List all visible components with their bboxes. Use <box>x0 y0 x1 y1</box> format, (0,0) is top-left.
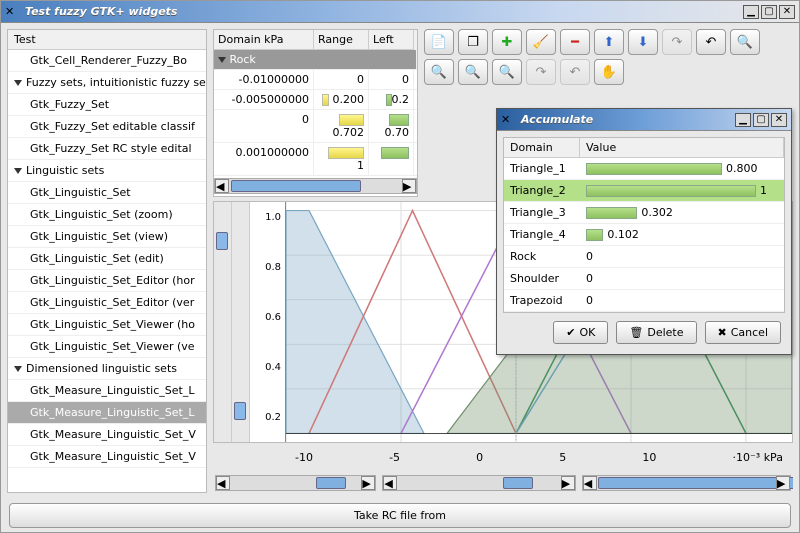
maximize-button[interactable]: ▢ <box>761 5 777 19</box>
dialog-delete-button[interactable]: 🗑 Delete <box>616 321 696 344</box>
accumulate-row[interactable]: Trapezoid0 <box>504 290 784 312</box>
tree-item[interactable]: Gtk_Linguistic_Set_Editor (hor <box>8 270 206 292</box>
accumulate-grid[interactable]: DomainValue Triangle_10.800Triangle_21Tr… <box>503 137 785 313</box>
accumulate-dialog: ✕ Accumulate ▁ ▢ ✕ DomainValue Triangle_… <box>496 108 792 355</box>
undo2-button[interactable]: ↶ <box>560 59 590 85</box>
tree-item[interactable]: Linguistic sets <box>8 160 206 182</box>
tree-item[interactable]: Fuzzy sets, intuitionistic fuzzy sets, <box>8 72 206 94</box>
zoom-in-button[interactable]: 🔍 <box>730 29 760 55</box>
app-icon: ✕ <box>5 5 19 19</box>
tree-item[interactable]: Gtk_Linguistic_Set_Viewer (ho <box>8 314 206 336</box>
zoom-100-button[interactable]: 🔍 <box>492 59 522 85</box>
add-button[interactable]: ✚ <box>492 29 522 55</box>
up-button[interactable]: ⬆ <box>594 29 624 55</box>
plot-y-axis: 0.00.20.40.60.81.0 <box>250 202 286 442</box>
dialog-title: Accumulate <box>521 113 593 126</box>
zoom-out-button[interactable]: 🔍 <box>424 59 454 85</box>
test-tree[interactable]: Gtk_Cell_Renderer_Fuzzy_BoFuzzy sets, in… <box>8 50 206 492</box>
tree-item[interactable]: Gtk_Fuzzy_Set RC style edital <box>8 138 206 160</box>
dialog-icon: ✕ <box>501 113 515 127</box>
clear-button[interactable]: 🧹 <box>526 29 556 55</box>
domain-table[interactable]: Domain kPa Range Left Rock -0.01000000 0… <box>213 29 418 197</box>
copy-button[interactable]: ❐ <box>458 29 488 55</box>
test-tree-panel: Test Gtk_Cell_Renderer_Fuzzy_BoFuzzy set… <box>7 29 207 493</box>
accumulate-row[interactable]: Triangle_21 <box>504 180 784 202</box>
accumulate-row[interactable]: Rock0 <box>504 246 784 268</box>
plot-x-axis: -10-50510·10⁻³ kPa <box>285 447 793 469</box>
col-left[interactable]: Left <box>369 30 414 50</box>
tree-item[interactable]: Gtk_Measure_Linguistic_Set_V <box>8 424 206 446</box>
tree-item[interactable]: Gtk_Fuzzy_Set editable classif <box>8 116 206 138</box>
tree-item[interactable]: Gtk_Linguistic_Set (view) <box>8 226 206 248</box>
tree-item[interactable]: Gtk_Measure_Linguistic_Set_L <box>8 402 206 424</box>
tree-item[interactable]: Gtk_Linguistic_Set_Editor (ver <box>8 292 206 314</box>
minimize-button[interactable]: ▁ <box>743 5 759 19</box>
tree-item[interactable]: Gtk_Linguistic_Set (edit) <box>8 248 206 270</box>
dialog-titlebar[interactable]: ✕ Accumulate ▁ ▢ ✕ <box>497 109 791 131</box>
redo2-button[interactable]: ↷ <box>526 59 556 85</box>
remove-button[interactable]: ━ <box>560 29 590 55</box>
accumulate-row[interactable]: Triangle_30.302 <box>504 202 784 224</box>
accumulate-row[interactable]: Triangle_10.800 <box>504 158 784 180</box>
zoom-fit-button[interactable]: 🔍 <box>458 59 488 85</box>
table-row[interactable]: 0.001000000 1 <box>214 143 417 176</box>
col-domain[interactable]: Domain kPa <box>214 30 314 50</box>
tree-item[interactable]: Gtk_Measure_Linguistic_Set_L <box>8 380 206 402</box>
take-rc-button[interactable]: Take RC file from <box>9 503 791 528</box>
col-range[interactable]: Range <box>314 30 369 50</box>
tree-item[interactable]: Gtk_Measure_Linguistic_Set_V <box>8 446 206 468</box>
close-button[interactable]: ✕ <box>779 5 795 19</box>
dialog-close-button[interactable]: ✕ <box>771 113 787 127</box>
dialog-cancel-button[interactable]: ✖ Cancel <box>705 321 781 344</box>
table-row[interactable]: -0.005000000 0.2000.2 <box>214 90 417 110</box>
bottom-hscroll-1[interactable]: ◀▶ <box>215 475 376 491</box>
plot-vslider-2[interactable] <box>232 202 250 442</box>
window-title: Test fuzzy GTK+ widgets <box>25 5 177 18</box>
bottom-hscroll-3[interactable]: ◀▶ <box>582 475 791 491</box>
table-row[interactable]: -0.01000000 00 <box>214 70 417 90</box>
new-button[interactable]: 📄 <box>424 29 454 55</box>
dialog-minimize-button[interactable]: ▁ <box>735 113 751 127</box>
tree-header[interactable]: Test <box>8 30 206 50</box>
table-hscroll[interactable]: ◀▶ <box>214 178 417 194</box>
tree-item[interactable]: Gtk_Linguistic_Set <box>8 182 206 204</box>
redo-button[interactable]: ↷ <box>662 29 692 55</box>
footer: Take RC file from <box>1 499 799 532</box>
plot-vslider-1[interactable] <box>214 202 232 442</box>
tree-item[interactable]: Gtk_Cell_Renderer_Fuzzy_Bo <box>8 50 206 72</box>
table-row[interactable]: 0 0.7020.70 <box>214 110 417 143</box>
cursor-button[interactable]: ✋ <box>594 59 624 85</box>
dialog-ok-button[interactable]: ✔ OK <box>553 321 608 344</box>
tree-item[interactable]: Gtk_Linguistic_Set (zoom) <box>8 204 206 226</box>
bottom-hscroll-2[interactable]: ◀▶ <box>382 475 575 491</box>
down-button[interactable]: ⬇ <box>628 29 658 55</box>
undo-button[interactable]: ↶ <box>696 29 726 55</box>
dialog-maximize-button[interactable]: ▢ <box>753 113 769 127</box>
tree-item[interactable]: Dimensioned linguistic sets <box>8 358 206 380</box>
accumulate-row[interactable]: Triangle_40.102 <box>504 224 784 246</box>
table-group-header[interactable]: Rock <box>214 50 417 69</box>
accumulate-row[interactable]: Shoulder0 <box>504 268 784 290</box>
tree-item[interactable]: Gtk_Linguistic_Set_Viewer (ve <box>8 336 206 358</box>
tree-item[interactable]: Gtk_Fuzzy_Set <box>8 94 206 116</box>
main-titlebar[interactable]: ✕ Test fuzzy GTK+ widgets ▁ ▢ ✕ <box>1 1 799 23</box>
